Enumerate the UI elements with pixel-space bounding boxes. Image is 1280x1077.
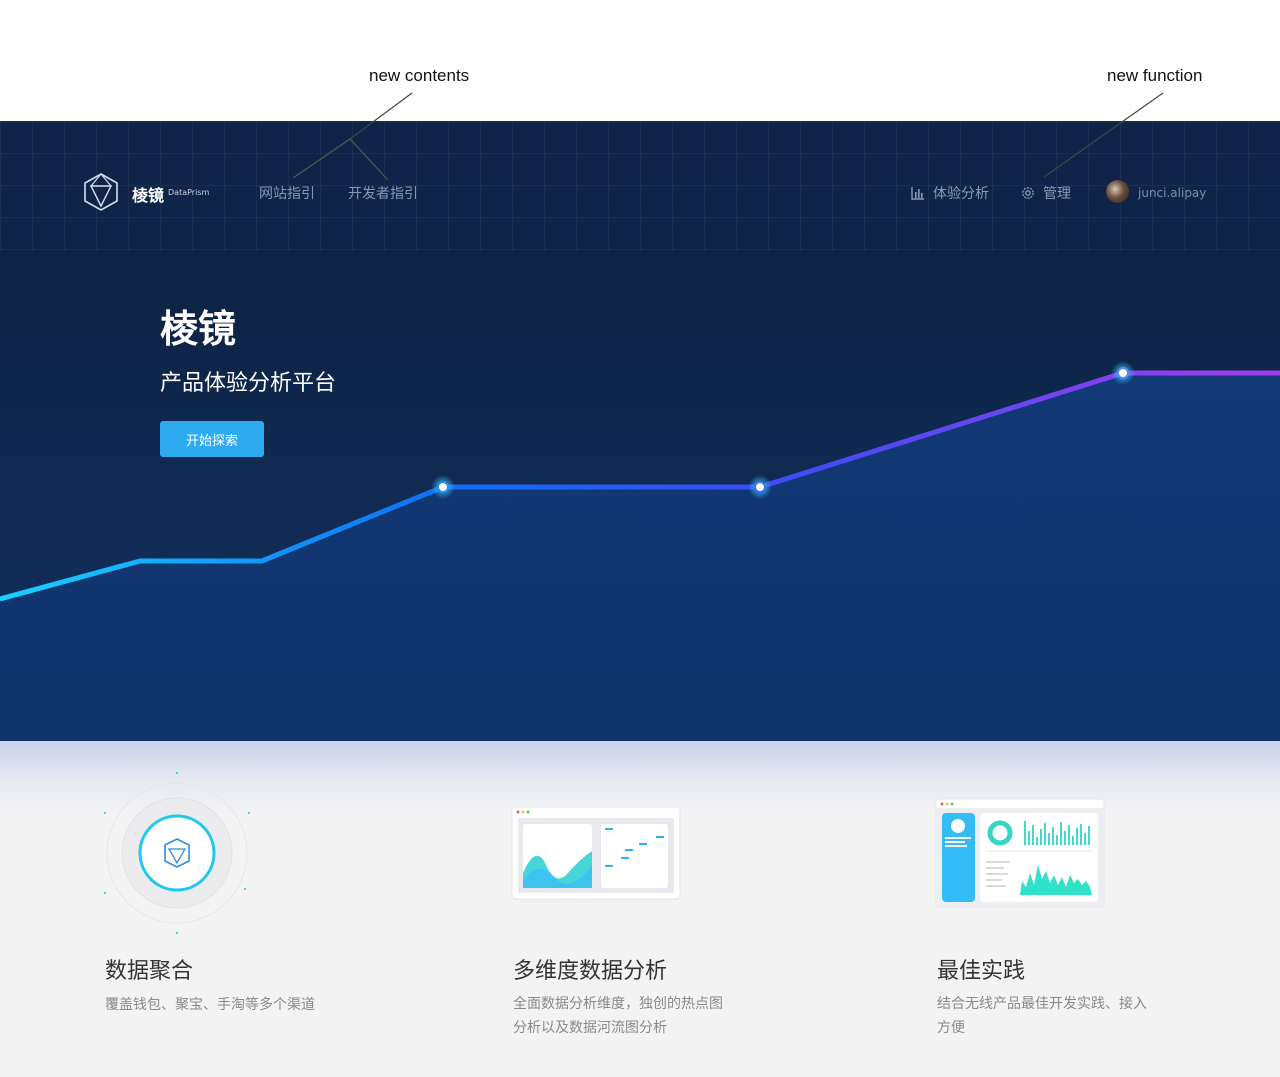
best-practice-illustration xyxy=(935,798,1105,908)
page: new contents new function 棱镜 DataPrism 网… xyxy=(0,0,1280,1077)
gear-icon xyxy=(1022,187,1034,199)
brand-name: 棱镜 xyxy=(132,186,165,205)
features-section: 数据聚合 覆盖钱包、聚宝、手淘等多个渠道 多维度数据分析 全面数据分析维度，独创… xyxy=(0,741,1280,1077)
feature-desc-best-practice-1: 结合无线产品最佳开发实践、接入 xyxy=(937,996,1147,1012)
nav-analytics[interactable]: 体验分析 xyxy=(933,183,989,203)
feature-desc-analysis-1: 全面数据分析维度，独创的热点图 xyxy=(513,996,723,1012)
point-2 xyxy=(754,481,766,493)
point-1 xyxy=(437,481,449,493)
point-3 xyxy=(1117,367,1129,379)
feature-title-analysis: 多维度数据分析 xyxy=(513,959,668,984)
feature-title-aggregation: 数据聚合 xyxy=(105,959,194,984)
annotation-new-function: new function xyxy=(1107,66,1203,85)
bar-chart-icon xyxy=(911,187,924,200)
nav-link-developer-guide[interactable]: 开发者指引 xyxy=(348,183,418,203)
feature-title-best-practice: 最佳实践 xyxy=(937,959,1026,984)
feature-desc-best-practice-2: 方便 xyxy=(937,1020,965,1036)
hero-subtitle: 产品体验分析平台 xyxy=(160,371,337,396)
start-explore-button[interactable]: 开始探索 xyxy=(160,421,264,457)
user-name[interactable]: junci.alipay xyxy=(1138,186,1206,200)
annotation-new-contents: new contents xyxy=(369,66,470,85)
feature-desc-analysis-2: 分析以及数据河流图分析 xyxy=(513,1020,667,1036)
hero-section: 棱镜 DataPrism 网站指引 开发者指引 体验分析 管理 junci.al… xyxy=(0,121,1280,741)
data-aggregation-illustration xyxy=(104,772,250,934)
brand-subtitle: DataPrism xyxy=(168,188,210,197)
nav-manage[interactable]: 管理 xyxy=(1043,183,1071,203)
avatar[interactable] xyxy=(1106,180,1129,203)
feature-desc-aggregation: 覆盖钱包、聚宝、手淘等多个渠道 xyxy=(105,997,315,1013)
hero-title: 棱镜 xyxy=(160,307,237,351)
multi-dimension-illustration xyxy=(511,806,681,900)
prism-logo-icon[interactable] xyxy=(83,173,119,211)
nav-link-site-guide[interactable]: 网站指引 xyxy=(259,183,315,203)
top-nav: 棱镜 DataPrism 网站指引 开发者指引 体验分析 管理 junci.al… xyxy=(0,121,1280,266)
